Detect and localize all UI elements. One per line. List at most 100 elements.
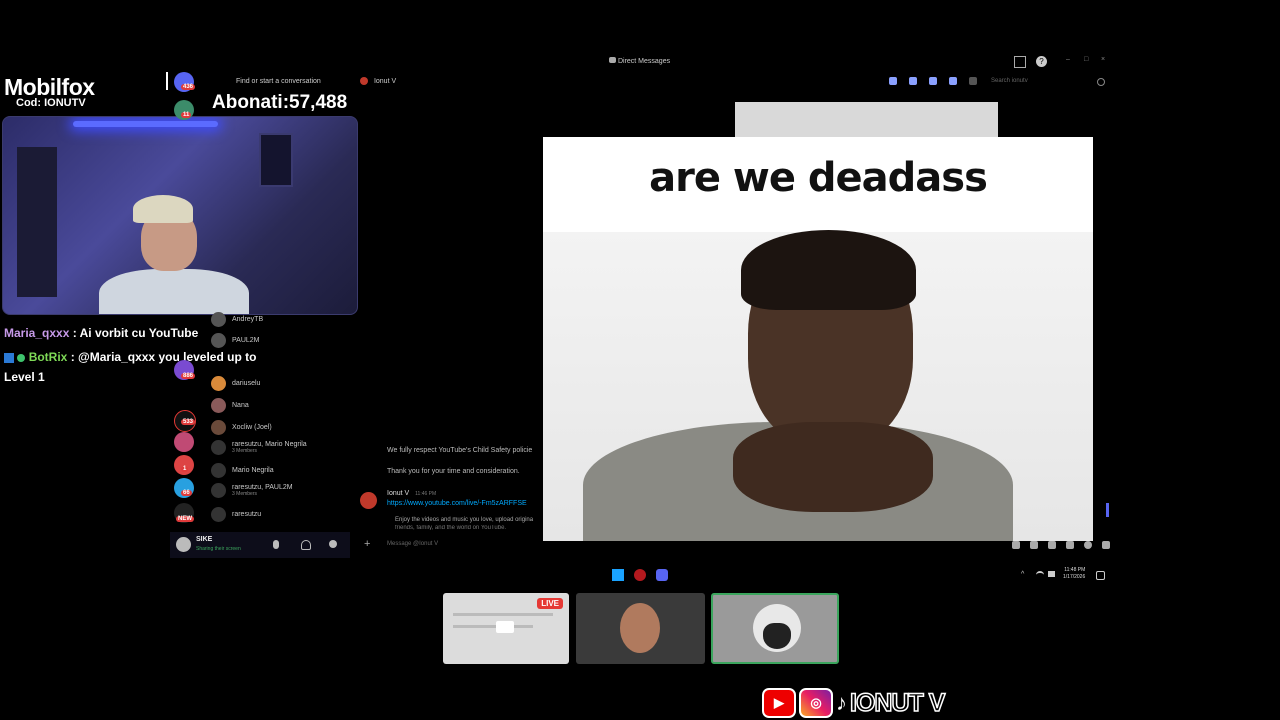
help-icon[interactable]: ? xyxy=(1036,56,1047,67)
volume-icon[interactable] xyxy=(1048,571,1055,577)
wifi-icon[interactable] xyxy=(1036,571,1044,579)
window-title-text: Direct Messages xyxy=(617,58,671,65)
taskbar-time: 11:48 PM xyxy=(1064,567,1086,573)
dm-item[interactable]: dariuselu xyxy=(211,376,260,391)
discord-taskbar-icon[interactable] xyxy=(656,569,668,581)
avatar xyxy=(211,440,226,455)
message-header: Ionut V 11:46 PM xyxy=(387,490,436,497)
message-author[interactable]: Ionut V xyxy=(387,490,409,497)
inbox-icon[interactable] xyxy=(1014,56,1026,68)
apps-icon[interactable] xyxy=(1102,541,1110,549)
avatar xyxy=(211,376,226,391)
embed-description: friends, family, and the world on YouTub… xyxy=(395,525,507,530)
dm-name: dariuselu xyxy=(232,380,261,387)
chat-message: Maria_qxxx : Ai vorbit cu YouTube xyxy=(4,326,198,340)
user-name: SIKE xyxy=(196,536,213,543)
message-link[interactable]: https://www.youtube.com/live/-Fm5zARFFSE xyxy=(387,500,527,507)
guild-badge: 11 xyxy=(181,112,192,118)
sticker-icon[interactable] xyxy=(1066,541,1074,549)
add-friends-icon[interactable] xyxy=(949,77,957,85)
chat-author: Maria_qxxx xyxy=(4,326,70,340)
dm-name: Mario Negrila xyxy=(232,467,274,474)
guild-icon[interactable] xyxy=(174,432,194,452)
dm-item[interactable]: raresutzu, PAUL2M 3 Members xyxy=(211,483,293,498)
tiktok-icon: ♪ xyxy=(836,690,847,715)
notification-icon[interactable] xyxy=(1096,571,1105,580)
windows-start-icon[interactable] xyxy=(612,569,624,581)
chat-text: : @Maria_qxxx you leveled up to xyxy=(70,350,257,364)
microphone-icon[interactable] xyxy=(273,540,279,549)
meme-image: are we deadass xyxy=(543,137,1093,541)
headphones-icon[interactable] xyxy=(301,540,311,550)
dm-members: 3 Members xyxy=(232,491,258,497)
new-badge: NEW xyxy=(176,516,194,522)
gear-icon[interactable] xyxy=(329,540,337,548)
avatar xyxy=(211,463,226,478)
dm-item[interactable]: raresutzu, Mario Negrila 3 Members xyxy=(211,440,307,455)
user-avatar[interactable] xyxy=(176,537,191,552)
dm-item[interactable]: Xocliw (Joel) xyxy=(211,420,272,435)
search-input[interactable]: Search ionutv xyxy=(991,78,1028,84)
taskbar-clock[interactable]: 11:48 PM 1/17/2026 xyxy=(1063,567,1085,581)
dm-name: raresutzu xyxy=(232,511,262,518)
live-badge: LIVE xyxy=(537,598,563,609)
dm-item[interactable]: AndreyTB xyxy=(211,312,263,327)
minimize-button[interactable]: – xyxy=(1066,56,1070,63)
participant-tile-active[interactable] xyxy=(711,593,839,664)
brand-code: Cod: IONUTV xyxy=(16,97,86,109)
stream-thumbnail[interactable]: LIVE xyxy=(443,593,569,664)
video-icon[interactable] xyxy=(909,77,917,85)
user-status: Sharing their screen xyxy=(196,546,241,552)
avatar xyxy=(211,333,226,348)
emoji-icon[interactable] xyxy=(1012,541,1020,549)
social-handle-bar: ▶ ◎ ♪ IONUT V xyxy=(762,688,946,718)
image-preview-bar xyxy=(735,102,998,137)
avatar-figure xyxy=(763,623,791,649)
phone-icon[interactable] xyxy=(889,77,897,85)
dm-members: 3 Members xyxy=(232,448,258,454)
dm-item[interactable]: Nana xyxy=(211,398,249,413)
dm-name: PAUL2M xyxy=(232,337,260,344)
chevron-up-icon[interactable]: ^ xyxy=(1021,571,1024,578)
participant-tile[interactable] xyxy=(576,593,705,664)
scrollbar-thumb[interactable] xyxy=(1106,503,1109,517)
avatar xyxy=(211,398,226,413)
dm-name: Nana xyxy=(232,402,249,409)
dm-item[interactable]: PAUL2M xyxy=(211,333,260,348)
dm-item[interactable]: raresutzu xyxy=(211,507,261,522)
find-conversation-input[interactable]: Find or start a conversation xyxy=(236,78,321,85)
pin-icon[interactable] xyxy=(929,77,937,85)
chat-author: BotRix xyxy=(28,350,68,364)
dm-header: Ionut V xyxy=(360,77,396,85)
youtube-icon: ▶ xyxy=(762,688,796,718)
app-icon[interactable] xyxy=(634,569,646,581)
gif-icon[interactable] xyxy=(1048,541,1056,549)
avatar xyxy=(211,483,226,498)
meme-caption: are we deadass xyxy=(649,155,988,201)
active-indicator xyxy=(166,72,168,90)
guild-badge: 66 xyxy=(181,490,192,496)
guild-icon[interactable] xyxy=(174,455,194,475)
gift-icon[interactable] xyxy=(1030,541,1038,549)
avatar xyxy=(211,312,226,327)
guild-badge: 436 xyxy=(181,84,196,90)
profile-icon[interactable] xyxy=(969,77,977,85)
author-avatar[interactable] xyxy=(360,492,377,509)
message-text: We fully respect YouTube's Child Safety … xyxy=(387,447,533,454)
subscriber-value: 57,488 xyxy=(289,92,348,113)
verified-icon xyxy=(17,353,26,362)
dm-name: raresutzu, PAUL2M xyxy=(232,484,293,491)
chat-message: BotRix : @Maria_qxxx you leveled up to xyxy=(4,350,256,364)
search-icon[interactable] xyxy=(1097,78,1105,86)
maximize-button[interactable]: □ xyxy=(1084,56,1088,63)
close-button[interactable]: × xyxy=(1101,56,1105,63)
smile-icon[interactable] xyxy=(1084,541,1092,549)
guild-badge: 886 xyxy=(181,373,196,379)
attach-plus-icon[interactable]: + xyxy=(364,538,370,550)
dm-name: raresutzu, Mario Negrila xyxy=(232,441,307,448)
dm-item[interactable]: Mario Negrila xyxy=(211,463,274,478)
dm-name: Xocliw (Joel) xyxy=(232,424,272,431)
subscriber-counter: Abonati:57,488 xyxy=(212,92,347,114)
instagram-icon: ◎ xyxy=(799,688,833,718)
message-input[interactable]: Message @Ionut V xyxy=(387,541,438,547)
